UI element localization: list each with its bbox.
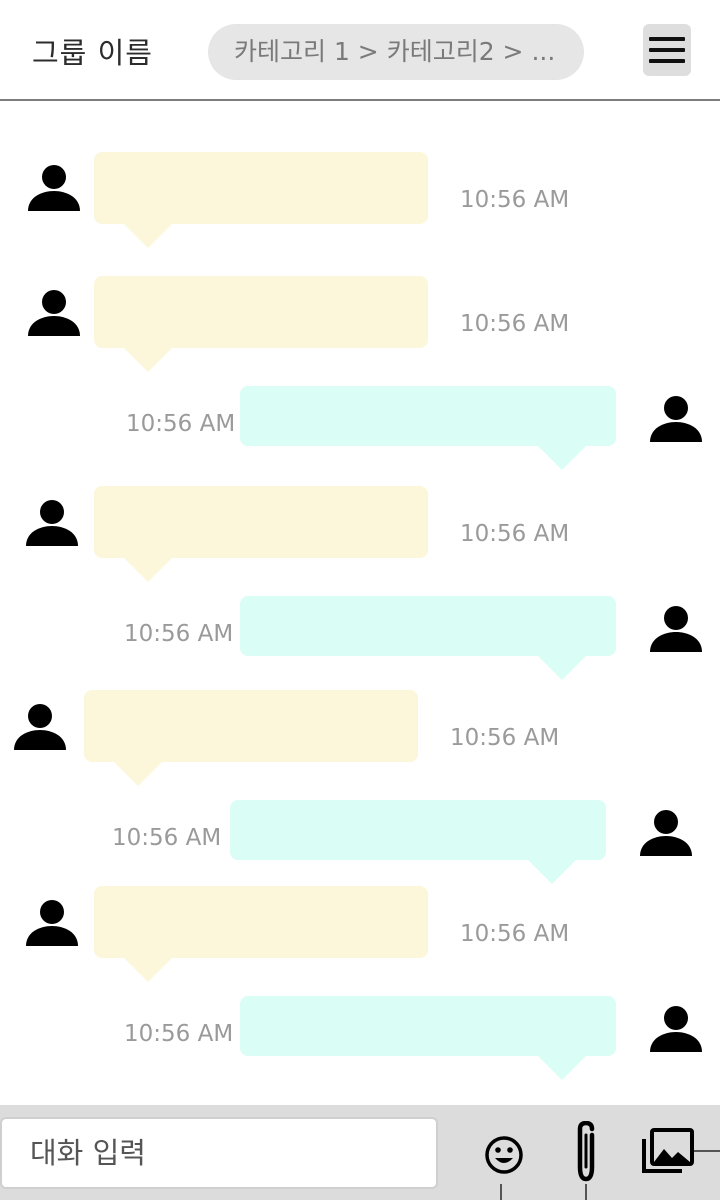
user-avatar-icon[interactable]	[648, 392, 704, 448]
user-avatar-icon[interactable]	[24, 496, 80, 552]
incoming-message-bubble[interactable]	[84, 690, 418, 762]
outgoing-message-bubble[interactable]	[240, 386, 616, 446]
message-composer	[0, 1105, 720, 1200]
attachment-button[interactable]	[562, 1121, 610, 1185]
user-avatar-icon[interactable]	[24, 896, 80, 952]
incoming-message-bubble[interactable]	[94, 486, 428, 558]
annotation-line	[585, 1184, 587, 1200]
user-avatar-icon[interactable]	[648, 602, 704, 658]
message-time: 10:56 AM	[460, 521, 570, 547]
incoming-message-bubble[interactable]	[94, 886, 428, 958]
bubble-tail	[124, 224, 172, 248]
user-avatar-icon[interactable]	[638, 806, 694, 862]
attachment-icon	[577, 1121, 595, 1182]
bubble-tail	[124, 348, 172, 372]
bubble-tail	[538, 656, 586, 680]
outgoing-message-bubble[interactable]	[240, 596, 616, 656]
message-time: 10:56 AM	[124, 1021, 234, 1047]
message-time: 10:56 AM	[460, 921, 570, 947]
message-list[interactable]: 10:56 AM 10:56 AM 10:56 AM 10:56 AM 10:5…	[0, 103, 720, 1105]
outgoing-message-bubble[interactable]	[230, 800, 606, 860]
message-time: 10:56 AM	[126, 411, 236, 437]
emoji-icon	[485, 1136, 523, 1174]
user-avatar-icon[interactable]	[648, 1002, 704, 1058]
outgoing-message-bubble[interactable]	[240, 996, 616, 1056]
message-time: 10:56 AM	[112, 825, 222, 851]
chat-header: 그룹 이름 카테고리 1 > 카테고리2 > ...	[0, 0, 720, 101]
menu-button[interactable]	[643, 24, 691, 76]
group-name: 그룹 이름	[32, 36, 153, 70]
category-breadcrumb[interactable]: 카테고리 1 > 카테고리2 > ...	[208, 24, 584, 80]
bubble-tail	[538, 446, 586, 470]
message-time: 10:56 AM	[460, 187, 570, 213]
bubble-tail	[528, 860, 576, 884]
emoji-button[interactable]	[480, 1127, 528, 1181]
bubble-tail	[114, 762, 162, 786]
message-input[interactable]	[0, 1117, 438, 1189]
annotation-line	[500, 1184, 502, 1200]
bubble-tail	[124, 958, 172, 982]
incoming-message-bubble[interactable]	[94, 276, 428, 348]
message-time: 10:56 AM	[124, 621, 234, 647]
incoming-message-bubble[interactable]	[94, 152, 428, 224]
gallery-icon	[642, 1128, 694, 1173]
user-avatar-icon[interactable]	[26, 161, 82, 217]
bubble-tail	[124, 558, 172, 582]
gallery-button[interactable]	[642, 1127, 694, 1181]
message-time: 10:56 AM	[450, 725, 560, 751]
annotation-line	[694, 1150, 720, 1152]
user-avatar-icon[interactable]	[26, 286, 82, 342]
bubble-tail	[538, 1056, 586, 1080]
user-avatar-icon[interactable]	[12, 700, 68, 756]
message-time: 10:56 AM	[460, 311, 570, 337]
